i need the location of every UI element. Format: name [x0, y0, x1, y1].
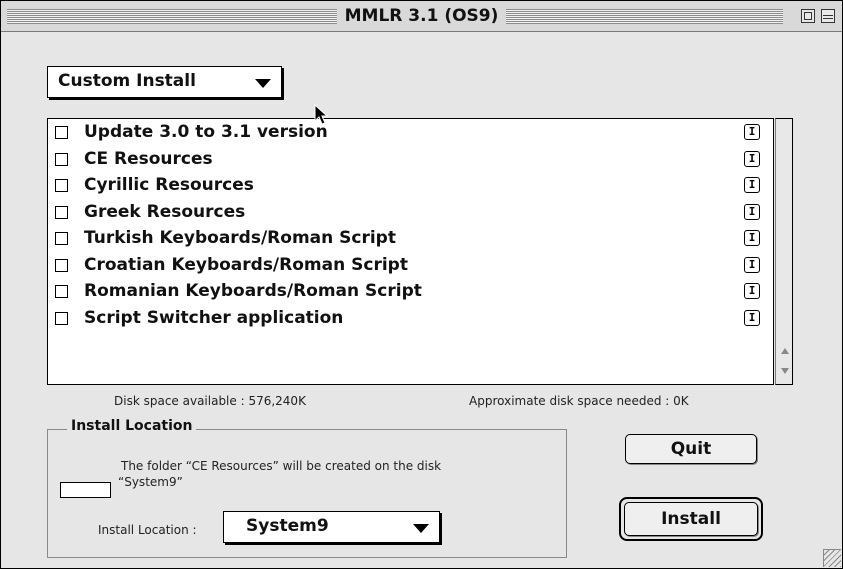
component-checkbox[interactable] — [55, 179, 68, 192]
component-row[interactable]: CE Resources I — [48, 148, 773, 174]
component-label: Cyrillic Resources — [84, 175, 254, 195]
component-list[interactable]: Update 3.0 to 3.1 version I CE Resources I C… — [47, 118, 774, 385]
window-title-wrap: MMLR 3.1 (OS9) — [1, 1, 842, 31]
component-checkbox[interactable] — [55, 232, 68, 245]
component-checkbox[interactable] — [55, 126, 68, 139]
component-row[interactable]: Romanian Keyboards/Roman Script I — [48, 280, 773, 306]
quit-button[interactable]: Quit — [625, 434, 757, 464]
folder-icon-placeholder — [60, 482, 111, 498]
install-location-group-title: Install Location — [67, 418, 197, 434]
install-mode-dropdown[interactable]: Custom Install — [47, 66, 282, 98]
info-icon[interactable]: I — [744, 283, 760, 299]
component-checkbox[interactable] — [55, 311, 68, 325]
install-location-label: Install Location : — [98, 523, 197, 537]
component-label: Script Switcher application — [84, 307, 344, 328]
folder-message-line2: “System9” — [118, 475, 183, 489]
info-icon[interactable]: I — [744, 177, 760, 193]
install-button[interactable]: Install — [624, 502, 758, 536]
component-checkbox[interactable] — [55, 285, 68, 298]
component-label: Greek Resources — [84, 201, 246, 222]
collapse-box-icon[interactable] — [821, 9, 835, 23]
info-icon[interactable]: I — [744, 203, 760, 220]
installer-window: MMLR 3.1 (OS9) Custom Install Update 3.0… — [0, 0, 843, 569]
scroll-down-arrow-icon[interactable] — [778, 363, 792, 379]
install-location-value: System9 — [246, 516, 329, 536]
component-label: Update 3.0 to 3.1 version — [84, 122, 328, 142]
info-icon[interactable]: I — [744, 124, 760, 140]
info-icon[interactable]: I — [744, 256, 760, 273]
component-label: Romanian Keyboards/Roman Script — [84, 281, 422, 301]
component-row[interactable]: Script Switcher application I — [48, 307, 773, 333]
info-icon[interactable]: I — [744, 150, 760, 167]
component-list-scrollbar[interactable] — [775, 118, 793, 385]
folder-message-line1: The folder “CE Resources” will be create… — [121, 459, 442, 473]
component-label: Turkish Keyboards/Roman Script — [84, 228, 396, 248]
disk-space-available: Disk space available : 576,240K — [114, 394, 306, 408]
component-row[interactable]: Turkish Keyboards/Roman Script I — [48, 227, 773, 253]
triangle-down-icon — [413, 524, 429, 533]
component-checkbox[interactable] — [55, 258, 68, 272]
component-row[interactable]: Croatian Keyboards/Roman Script I — [48, 254, 773, 280]
info-icon[interactable]: I — [744, 230, 760, 246]
component-row[interactable]: Update 3.0 to 3.1 version I — [48, 121, 773, 147]
title-bar[interactable]: MMLR 3.1 (OS9) — [1, 1, 842, 32]
component-checkbox[interactable] — [55, 152, 68, 166]
component-label: Croatian Keyboards/Roman Script — [84, 254, 408, 275]
component-label: CE Resources — [84, 148, 213, 169]
window-title: MMLR 3.1 (OS9) — [336, 6, 507, 26]
zoom-box-icon[interactable] — [801, 9, 815, 23]
install-location-dropdown[interactable]: System9 — [223, 511, 440, 543]
component-checkbox[interactable] — [55, 205, 68, 219]
scroll-up-arrow-icon[interactable] — [778, 344, 792, 360]
pointer-cursor-icon — [314, 104, 329, 125]
disk-space-needed: Approximate disk space needed : 0K — [469, 394, 689, 408]
component-row[interactable]: Greek Resources I — [48, 201, 773, 227]
component-row[interactable]: Cyrillic Resources I — [48, 174, 773, 200]
info-icon[interactable]: I — [744, 309, 760, 326]
triangle-down-icon — [255, 79, 271, 88]
resize-grip-icon[interactable] — [823, 549, 841, 567]
install-mode-value: Custom Install — [58, 71, 196, 91]
